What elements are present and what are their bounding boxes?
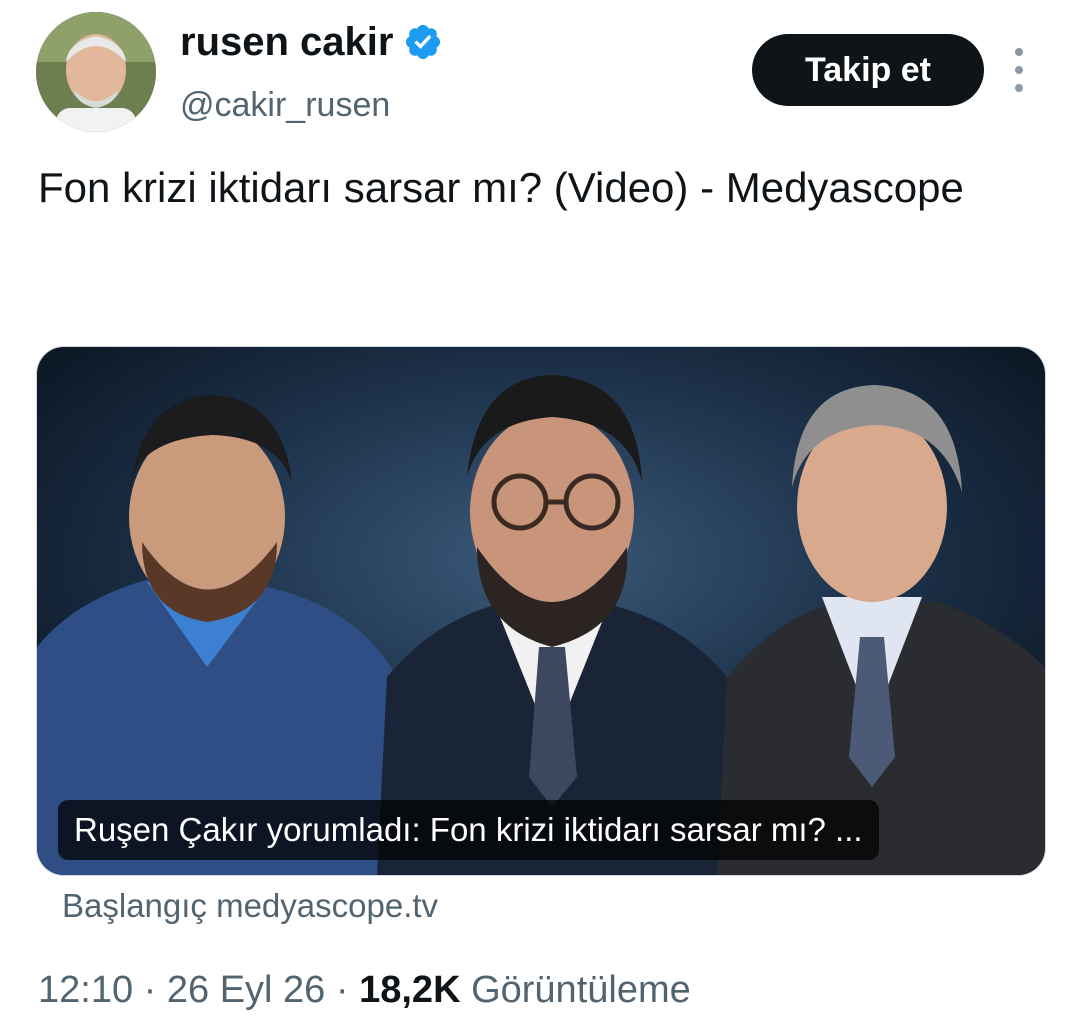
author-name-row[interactable]: rusen cakir — [180, 18, 443, 66]
views-label: Görüntüleme — [471, 969, 691, 1011]
meta-separator: · — [335, 969, 349, 1011]
tweet-text: Fon krizi iktidarı sarsar mı? (Video) - … — [38, 164, 964, 211]
avatar[interactable] — [36, 12, 156, 132]
card-caption: Ruşen Çakır yorumladı: Fon krizi iktidar… — [58, 800, 879, 860]
more-dot — [1015, 66, 1023, 74]
verified-badge-icon — [406, 24, 441, 60]
author-handle[interactable]: @cakir_rusen — [180, 84, 390, 126]
more-dot — [1015, 84, 1023, 92]
views-count[interactable]: 18,2K — [359, 969, 460, 1011]
card-source[interactable]: Başlangıç medyascope.tv — [62, 884, 438, 928]
meta-separator: · — [143, 969, 157, 1011]
three-men-portrait-thumbnail — [37, 347, 1045, 875]
tweet-meta: 12:10 · 26 Eyl 26 · 18,2K Görüntüleme — [38, 964, 691, 1016]
link-card[interactable] — [36, 346, 1046, 876]
author-display-name[interactable]: rusen cakir — [180, 18, 393, 66]
more-vertical-icon[interactable] — [1004, 48, 1034, 92]
follow-button[interactable]: Takip et — [752, 34, 984, 106]
more-dot — [1015, 48, 1023, 56]
tweet-time[interactable]: 12:10 — [38, 969, 133, 1011]
avatar-photo — [36, 12, 156, 132]
tweet-date[interactable]: 26 Eyl 26 — [167, 969, 325, 1011]
